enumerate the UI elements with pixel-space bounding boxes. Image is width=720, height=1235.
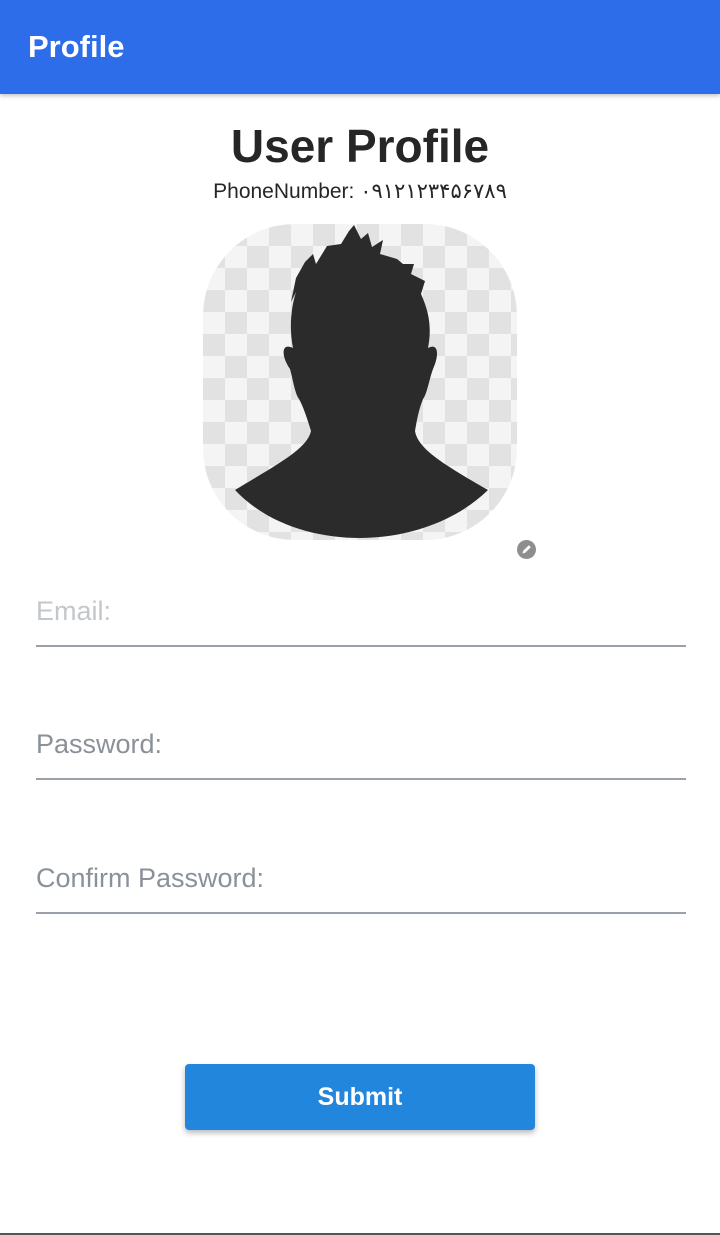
confirm-password-field[interactable] xyxy=(36,844,686,914)
email-field[interactable] xyxy=(36,577,686,647)
app-bar-title: Profile xyxy=(28,29,125,64)
password-field-container xyxy=(36,710,686,780)
app-bar: Profile xyxy=(0,0,720,94)
pencil-icon[interactable] xyxy=(517,540,536,559)
submit-button[interactable]: Submit xyxy=(185,1064,535,1130)
avatar[interactable] xyxy=(203,224,517,540)
email-field-container xyxy=(36,577,686,647)
person-silhouette-icon xyxy=(235,225,488,538)
password-field[interactable] xyxy=(36,710,686,780)
confirm-password-field-container xyxy=(36,844,686,914)
page-title: User Profile xyxy=(230,120,490,172)
phone-number-text: PhoneNumber: ۰۹۱۲۱۲۳۴۵۶۷۸۹ xyxy=(213,180,507,203)
